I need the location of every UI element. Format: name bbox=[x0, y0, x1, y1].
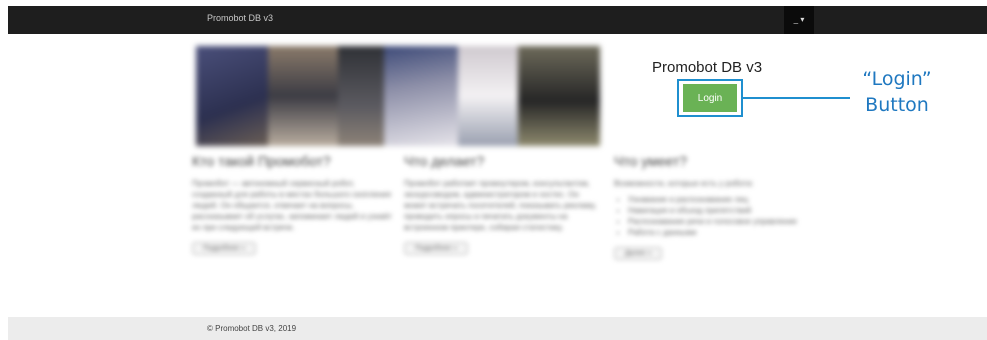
info-column-3: Что умеет? Возможности, которые есть у р… bbox=[614, 153, 804, 260]
info-column-1: Кто такой Промобот? Промобот — автономны… bbox=[192, 153, 392, 255]
hero-image bbox=[196, 46, 600, 146]
column-text: Возможности, которые есть у робота: bbox=[614, 179, 754, 188]
column-heading: Что делает? bbox=[404, 153, 485, 169]
column-text: Промобот работает промоутером, консульта… bbox=[404, 179, 597, 232]
callout-line1: “Login” bbox=[862, 68, 932, 90]
list-item: Узнавание и распознавание лиц bbox=[628, 194, 804, 205]
page-title: Promobot DB v3 bbox=[652, 59, 763, 76]
footer: © Promobot DB v3, 2019 bbox=[8, 317, 987, 340]
footer-copyright: © Promobot DB v3, 2019 bbox=[207, 324, 297, 333]
details-button[interactable]: Подробнее » bbox=[192, 242, 257, 255]
callout-line2: Button bbox=[865, 94, 929, 116]
feature-list: Узнавание и распознавание лиц Навигация … bbox=[614, 194, 804, 238]
details-button[interactable]: Далее » bbox=[614, 247, 663, 260]
login-button[interactable]: Login bbox=[683, 84, 737, 112]
column-heading: Кто такой Промобот? bbox=[192, 153, 331, 169]
callout-line bbox=[743, 97, 850, 99]
details-button[interactable]: Подробнее » bbox=[404, 242, 469, 255]
column-heading: Что умеет? bbox=[614, 153, 688, 169]
top-navbar: Promobot DB v3 _ ▾ bbox=[8, 6, 987, 34]
user-menu-dropdown[interactable]: _ ▾ bbox=[784, 6, 814, 34]
navbar-brand[interactable]: Promobot DB v3 bbox=[207, 13, 273, 23]
info-column-2: Что делает? Промобот работает промоутеро… bbox=[404, 153, 602, 255]
list-item: Работа с данными bbox=[628, 227, 804, 238]
list-item: Навигация и объезд препятствий bbox=[628, 205, 804, 216]
list-item: Распознавание речи и голосовое управлени… bbox=[628, 216, 804, 227]
column-text: Промобот — автономный сервисный робот, с… bbox=[192, 179, 392, 232]
callout-annotation: “Login” Button bbox=[847, 66, 947, 118]
